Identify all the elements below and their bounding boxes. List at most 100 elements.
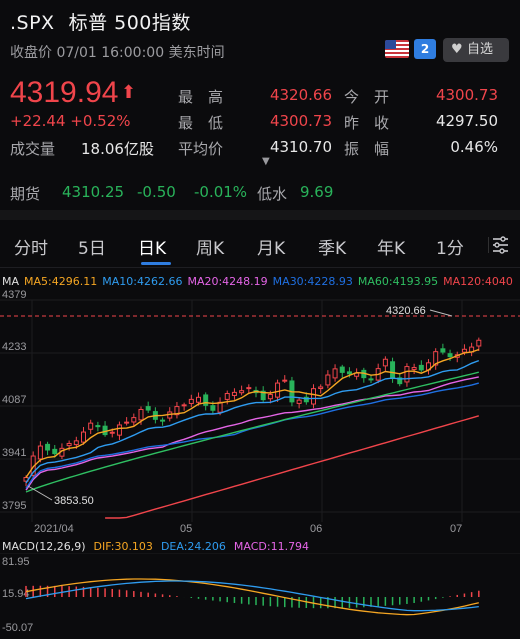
dif-line <box>25 578 479 616</box>
candle-body <box>418 364 424 371</box>
add-to-watchlist-button[interactable]: ♥ 自选 <box>443 38 509 62</box>
candle-body <box>188 398 194 404</box>
quote-header: .SPX 标普 500指数 收盘价 07/01 16:00:00 美东时间 2 ♥… <box>0 0 520 72</box>
x-tick-label: 2021/04 <box>34 523 74 535</box>
candle-body <box>476 339 482 347</box>
candle-body <box>224 393 230 400</box>
section-divider <box>0 210 520 220</box>
volume-label: 成交量 <box>10 140 56 158</box>
index-name: 标普 500指数 <box>68 12 191 34</box>
ma-legend-item: MA20:4248.19 <box>187 275 268 288</box>
macd-legend-item: MACD:11.794 <box>233 540 310 553</box>
level2-icon[interactable]: 2 <box>414 39 436 59</box>
period-tabs: 分时 5日 日K 周K 月K 季K 年K 1分 <box>0 222 520 268</box>
candle-body <box>160 419 166 422</box>
expand-triangle-icon[interactable]: ▼ <box>262 156 270 167</box>
prev-close-value: 4297.50 <box>435 112 498 130</box>
tab-weekly-k[interactable]: 周K <box>196 234 224 259</box>
macd-chart[interactable]: 81.9515.94-50.07 <box>0 553 520 639</box>
watchlist-label: 自选 <box>467 42 494 57</box>
candle-body <box>275 382 281 398</box>
candle-body <box>447 353 453 358</box>
market-status: 收盘价 07/01 16:00:00 美东时间 <box>10 45 225 61</box>
tab-timeshare[interactable]: 分时 <box>14 234 48 259</box>
candle-body <box>210 405 216 411</box>
candle-body <box>282 379 288 382</box>
y-tick-label: 4379 <box>2 289 26 301</box>
candle-body <box>73 440 79 446</box>
tab-quarterly-k[interactable]: 季K <box>318 234 346 259</box>
up-arrow-icon: ⬆ <box>121 82 137 103</box>
futures-label: 期货 <box>10 185 41 203</box>
candle-body <box>203 394 209 406</box>
high-label: 最 高 <box>178 88 224 106</box>
macd-y-tick-label: -50.07 <box>2 622 33 634</box>
dea-line <box>25 580 479 612</box>
tab-monthly-k[interactable]: 月K <box>257 234 285 259</box>
amplitude-value: 0.46% <box>450 138 498 156</box>
candle-body <box>411 367 417 370</box>
prev-close-label: 昨 收 <box>344 114 390 132</box>
candle-body <box>318 386 324 389</box>
min-price-annotation: 3853.50 <box>54 495 94 507</box>
candle-body <box>325 374 331 386</box>
y-tick-label: 4087 <box>2 394 26 406</box>
tab-yearly-k[interactable]: 年K <box>377 234 405 259</box>
candlestick-chart[interactable]: 4379 4233 4087 3941 3795 2021/04 05 06 07 4320.66… <box>0 288 520 538</box>
price-change: +22.44 +0.52% <box>10 112 131 130</box>
last-price: 4319.94 <box>10 76 119 109</box>
futures-row[interactable]: 期货 4310.25 -0.50 -0.01% 低水 9.69 <box>0 180 520 206</box>
candle-body <box>339 366 345 373</box>
ma60-line <box>25 371 479 493</box>
candle-body <box>246 387 252 390</box>
candle-body <box>37 445 43 460</box>
x-tick-label: 06 <box>310 523 322 535</box>
candle-body <box>145 406 151 411</box>
macd-legend-item: MACD(12,26,9) <box>2 540 86 553</box>
ma-legend-item: MA5:4296.11 <box>24 275 98 288</box>
ma-legend[interactable]: MA MA5:4296.11 MA10:4262.66 MA20:4248.19 MA3… <box>2 275 518 288</box>
candle-body <box>267 393 273 400</box>
avg-value: 4310.70 <box>269 138 332 156</box>
y-tick-label: 3941 <box>2 447 26 459</box>
change-percent: +0.52% <box>70 112 131 130</box>
avg-label: 平均价 <box>178 140 224 158</box>
high-value: 4320.66 <box>269 86 332 104</box>
quote-panel: 4319.94 ⬆ +22.44 +0.52% 成交量 18.06亿股 最 高 4… <box>0 72 520 172</box>
candle-body <box>81 431 86 443</box>
symbol-label: .SPX <box>10 12 55 34</box>
candle-body <box>88 422 94 430</box>
candle-body <box>461 348 467 353</box>
candle-body <box>138 408 144 421</box>
x-tick-label: 05 <box>180 523 192 535</box>
low-water-value: 9.69 <box>300 183 334 201</box>
candle-body <box>66 442 72 447</box>
macd-y-tick-label: 81.95 <box>2 556 30 568</box>
ma-legend-item: MA30:4228.93 <box>272 275 353 288</box>
macd-legend-item: DEA:24.206 <box>160 540 226 553</box>
candle-body <box>390 361 396 380</box>
candle-body <box>52 448 58 455</box>
candle-body <box>296 399 302 404</box>
candle-body <box>131 417 137 423</box>
tab-1min[interactable]: 1分 <box>436 234 464 259</box>
ma-legend-item: MA120:4040 <box>443 275 513 288</box>
open-label: 今 开 <box>344 88 390 106</box>
ma20-line <box>25 376 479 491</box>
candle-body <box>45 443 51 451</box>
level2-badge: 2 <box>420 42 430 56</box>
open-value: 4300.73 <box>435 86 498 104</box>
chart-settings-icon[interactable] <box>488 235 510 255</box>
low-value: 4300.73 <box>269 112 332 130</box>
candle-body <box>404 366 410 383</box>
x-tick-label: 07 <box>450 523 462 535</box>
tab-5day[interactable]: 5日 <box>78 234 106 259</box>
candle-body <box>124 421 130 424</box>
macd-legend[interactable]: MACD(12,26,9) DIF:30.103 DEA:24.206 MACD:11… <box>2 540 317 553</box>
heart-icon: ♥ <box>451 42 463 57</box>
tab-daily-k[interactable]: 日K <box>138 234 166 259</box>
candle-body <box>368 378 374 381</box>
low-water-label: 低水 <box>257 185 288 203</box>
ma-legend-item: MA <box>2 275 20 288</box>
ma10-line <box>25 359 480 484</box>
